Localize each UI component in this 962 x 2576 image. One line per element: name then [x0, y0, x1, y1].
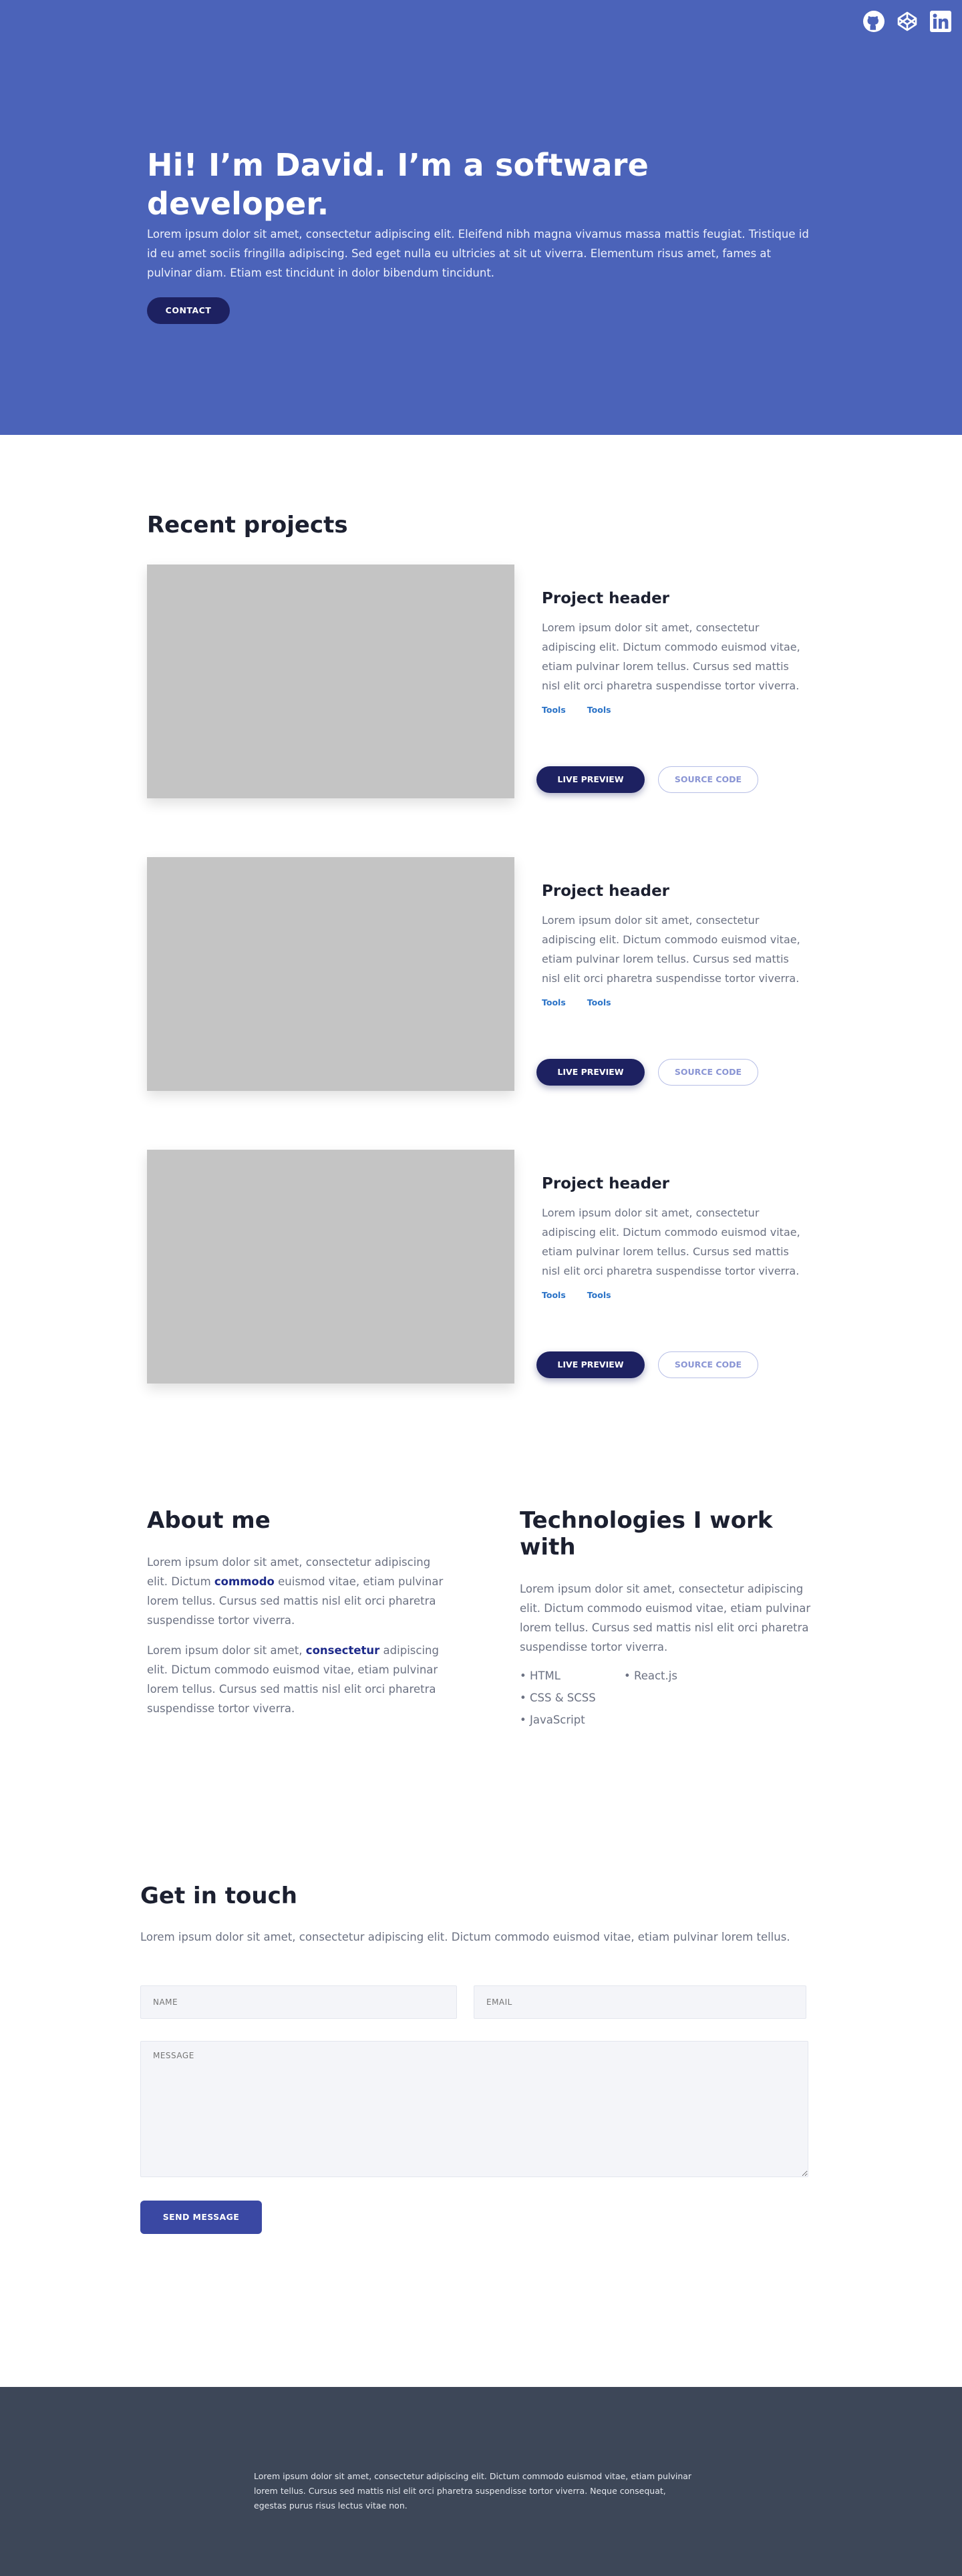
project-image-placeholder	[147, 565, 514, 798]
about-paragraph: Lorem ipsum dolor sit amet, consectetur …	[147, 1553, 454, 1630]
tech-list: • HTML • React.js • CSS & SCSS • JavaScr…	[520, 1666, 827, 1730]
source-code-button[interactable]: SOURCE CODE	[658, 1059, 758, 1086]
project-actions: LIVE PREVIEW SOURCE CODE	[536, 1351, 758, 1378]
about-text: Lorem ipsum dolor sit amet,	[147, 1644, 306, 1657]
message-field[interactable]	[140, 2041, 808, 2177]
tech-column: Technologies I work with Lorem ipsum dol…	[520, 1507, 827, 1730]
tool-tag: Tools	[587, 1290, 611, 1300]
hero-content: Hi! I’m David. I’m a software developer.…	[147, 146, 815, 324]
project-body: Project header Lorem ipsum dolor sit ame…	[536, 882, 809, 1086]
project-description: Lorem ipsum dolor sit amet, consectetur …	[542, 914, 800, 985]
live-preview-button[interactable]: LIVE PREVIEW	[536, 1059, 645, 1086]
tool-tag: Tools	[542, 997, 566, 1007]
tech-item: • JavaScript	[520, 1714, 585, 1726]
project-header: Project header	[542, 1175, 670, 1192]
project-body: Project header Lorem ipsum dolor sit ame…	[536, 590, 809, 793]
tech-item: • CSS & SCSS	[520, 1692, 596, 1704]
project-body: Project header Lorem ipsum dolor sit ame…	[536, 1175, 809, 1378]
project-header: Project header	[542, 590, 670, 607]
project-description: Lorem ipsum dolor sit amet, consectetur …	[542, 621, 800, 692]
tool-tag: Tools	[587, 997, 611, 1007]
about-title: About me	[147, 1507, 271, 1534]
projects-title: Recent projects	[147, 512, 348, 538]
project-header: Project header	[542, 882, 670, 900]
hero-title: Hi! I’m David. I’m a software developer.	[147, 147, 649, 222]
live-preview-button[interactable]: LIVE PREVIEW	[536, 766, 645, 793]
project-image-placeholder	[147, 1150, 514, 1384]
footer: Lorem ipsum dolor sit amet, consectetur …	[0, 2387, 962, 2576]
project-image-placeholder	[147, 857, 514, 1091]
tech-item	[624, 1688, 728, 1708]
social-links	[862, 9, 953, 33]
project-actions: LIVE PREVIEW SOURCE CODE	[536, 766, 758, 793]
email-field[interactable]	[474, 1985, 806, 2019]
codepen-icon[interactable]	[895, 9, 919, 33]
project-tools: Tools Tools	[542, 997, 809, 1007]
send-message-button[interactable]: SEND MESSAGE	[140, 2201, 262, 2234]
contact-button[interactable]: CONTACT	[147, 297, 230, 324]
about-paragraph: Lorem ipsum dolor sit amet, consectetur …	[147, 1641, 454, 1718]
project-actions: LIVE PREVIEW SOURCE CODE	[536, 1059, 758, 1086]
source-code-button[interactable]: SOURCE CODE	[658, 1351, 758, 1378]
tech-item: • React.js	[624, 1669, 677, 1682]
contact-lead: Lorem ipsum dolor sit amet, consectetur …	[140, 1931, 790, 1943]
tech-title: Technologies I work with	[520, 1507, 773, 1561]
tech-item: • HTML	[520, 1669, 560, 1682]
about-column: About me Lorem ipsum dolor sit amet, con…	[147, 1507, 454, 1718]
project-tools: Tools Tools	[542, 1290, 809, 1300]
hero-text: Lorem ipsum dolor sit amet, consectetur …	[147, 228, 809, 279]
contact-section: Get in touch Lorem ipsum dolor sit amet,…	[0, 1824, 962, 2387]
project-tools: Tools Tools	[542, 705, 809, 715]
project-card: Project header Lorem ipsum dolor sit ame…	[147, 1150, 815, 1384]
tool-tag: Tools	[542, 705, 566, 715]
about-highlight: commodo	[214, 1575, 275, 1588]
about-section: About me Lorem ipsum dolor sit amet, con…	[0, 1424, 962, 1824]
tool-tag: Tools	[587, 705, 611, 715]
footer-text: Lorem ipsum dolor sit amet, consectetur …	[254, 2471, 692, 2511]
name-field[interactable]	[140, 1985, 457, 2019]
tech-item	[624, 1710, 728, 1730]
project-description: Lorem ipsum dolor sit amet, consectetur …	[542, 1206, 800, 1277]
about-highlight: consectetur	[305, 1644, 380, 1657]
github-icon[interactable]	[862, 9, 886, 33]
project-card: Project header Lorem ipsum dolor sit ame…	[147, 857, 815, 1091]
tool-tag: Tools	[542, 1290, 566, 1300]
contact-title: Get in touch	[140, 1883, 297, 1909]
hero-section: Hi! I’m David. I’m a software developer.…	[0, 0, 962, 435]
linkedin-icon[interactable]	[929, 9, 953, 33]
tech-description: Lorem ipsum dolor sit amet, consectetur …	[520, 1583, 811, 1653]
project-card: Project header Lorem ipsum dolor sit ame…	[147, 565, 815, 798]
projects-section: Recent projects Project header Lorem ips…	[0, 435, 962, 1424]
live-preview-button[interactable]: LIVE PREVIEW	[536, 1351, 645, 1378]
source-code-button[interactable]: SOURCE CODE	[658, 766, 758, 793]
